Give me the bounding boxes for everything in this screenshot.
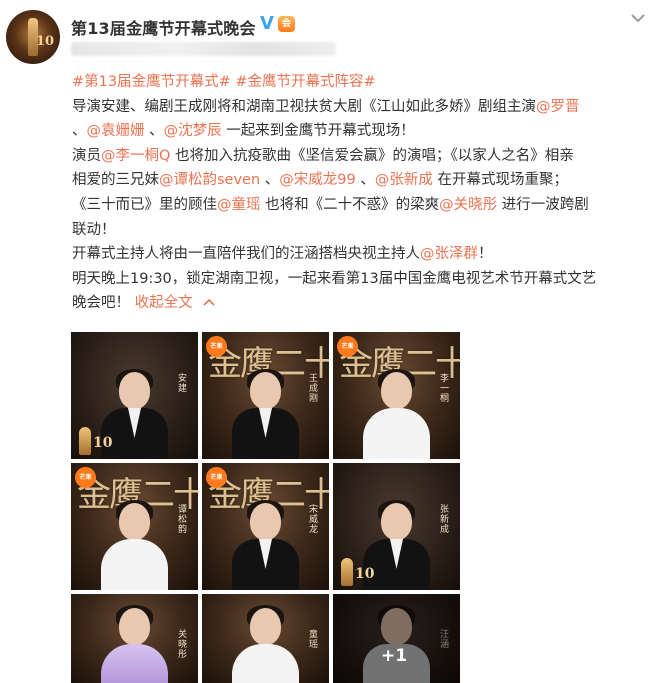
post-meta-blurred [71, 42, 336, 56]
text-line: 演员@李一桐Q 也将加入抗疫歌曲《坚信爱会赢》的演唱；《以家人之名》相亲 [72, 144, 650, 169]
person-name: 张新成 [440, 505, 450, 535]
person-name: 王成刚 [309, 374, 319, 404]
image-thumbnail[interactable]: 关晓彤 [71, 594, 198, 683]
text-span: 在开幕式现场重聚； [432, 172, 568, 189]
text-span: 进行一波跨剧 [497, 196, 589, 213]
person-figure [232, 369, 299, 459]
person-figure [232, 605, 299, 683]
image-thumbnail[interactable]: 安建 10 [71, 332, 198, 459]
mention-link[interactable]: @宋威龙99 [279, 172, 355, 188]
text-line: 联动！ [72, 218, 650, 243]
text-span: 晚会吧！ [72, 295, 130, 312]
text-line: 开幕式主持人将由一直陪伴我们的汪涵搭档央视主持人@张泽群！ [72, 242, 650, 267]
anniversary-badge: 10 [93, 435, 113, 451]
person-figure [232, 500, 299, 590]
text-span: 导演安建、编剧王成刚将和湖南卫视扶贫大剧《江山如此多娇》剧组主演 [72, 98, 536, 115]
verified-icon: V [260, 13, 274, 34]
person-name: 汪涵 [440, 630, 450, 650]
text-span: 、 [144, 123, 164, 140]
text-span: 开幕式主持人将由一直陪伴我们的汪涵搭档央视主持人 [72, 246, 420, 263]
person-name: 童瑶 [309, 630, 319, 650]
text-span: ！ [478, 246, 493, 263]
text-span: 联动！ [72, 221, 116, 238]
collapse-text-link[interactable]: 收起全文 [135, 295, 193, 311]
text-line: 、@袁姗姗 、@沈梦辰 一起来到金鹰节开幕式现场！ [72, 119, 650, 144]
mention-link[interactable]: @张新成 [375, 172, 433, 188]
text-span: 也将和《二十不惑》的梁爽 [260, 196, 440, 213]
mention-link[interactable]: @关晓彤 [439, 197, 497, 213]
text-span: 一起来到金鹰节开幕式现场！ [221, 123, 415, 140]
person-name: 关晓彤 [178, 630, 188, 660]
image-thumbnail[interactable]: 金鹰二十一湖 芒果 谭松韵 [71, 463, 198, 590]
mango-logo-icon: 芒果 [206, 336, 227, 357]
person-name: 谭松韵 [178, 505, 188, 535]
avatar[interactable]: 10 [6, 10, 60, 64]
person-figure [363, 369, 430, 459]
image-thumbnail[interactable]: 童瑶 [202, 594, 329, 683]
mango-logo-icon: 芒果 [337, 336, 358, 357]
hashtag-link[interactable]: #第13届金鹰节开幕式# [72, 74, 231, 90]
mention-link[interactable]: @张泽群 [420, 246, 478, 262]
trophy-icon [79, 427, 91, 455]
person-figure [101, 605, 168, 683]
person-name: 李一桐 [440, 374, 450, 404]
text-span: 、 [355, 172, 375, 189]
avatar-number: 10 [36, 34, 55, 49]
text-span: 《三十而已》里的顾佳 [72, 196, 217, 213]
image-thumbnail[interactable]: 金鹰二十一湖 芒果 宋威龙 [202, 463, 329, 590]
mention-link[interactable]: @沈梦辰 [164, 123, 222, 139]
text-span: 、 [260, 172, 280, 189]
text-line: 明天晚上19:30，锁定湖南卫视，一起来看第13届中国金鹰电视艺术节开幕式文艺 [72, 267, 650, 292]
post-text: #第13届金鹰节开幕式# #金鹰节开幕式阵容# 导演安建、编剧王成刚将和湖南卫视… [72, 70, 650, 316]
mention-link[interactable]: @童瑶 [217, 197, 261, 213]
text-line: 《三十而已》里的顾佳@童瑶 也将和《二十不惑》的梁爽@关晓彤 进行一波跨剧 [72, 193, 650, 218]
chevron-down-icon[interactable] [628, 8, 648, 28]
username[interactable]: 第13届金鹰节开幕式晚会 [71, 15, 256, 39]
text-line: 导演安建、编剧王成刚将和湖南卫视扶贫大剧《江山如此多娇》剧组主演@罗晋 [72, 95, 650, 120]
text-span: 明天晚上19:30，锁定湖南卫视，一起来看第13届中国金鹰电视艺术节开幕式文艺 [72, 270, 597, 287]
text-line: 晚会吧！ 收起全文 [72, 291, 650, 316]
text-span: 演员 [72, 147, 101, 164]
mention-link[interactable]: @谭松韵seven [159, 172, 260, 188]
mention-link[interactable]: @李一桐Q [101, 148, 170, 164]
weibo-post: 10 第13届金鹰节开幕式晚会 V 会 #第13届金鹰节开幕式# #金鹰节开幕式… [0, 0, 657, 683]
hashtag-link[interactable]: #金鹰节开幕式阵容# [235, 74, 375, 90]
anniversary-badge: 10 [355, 566, 375, 582]
chevron-up-icon[interactable] [203, 297, 215, 307]
more-images-count: +1 [381, 646, 408, 666]
trophy-icon [341, 558, 353, 586]
image-thumbnail[interactable]: 金鹰二十一湖 芒果 李一桐 [333, 332, 460, 459]
person-name: 安建 [178, 374, 188, 394]
mention-link[interactable]: @罗晋 [536, 99, 580, 115]
image-grid: 安建 10 金鹰二十一湖 芒果 王成刚 金鹰二十一湖 芒果 李一桐 金鹰二十一湖… [71, 332, 461, 683]
person-figure [101, 500, 168, 590]
person-name: 宋威龙 [309, 505, 319, 535]
tag-line: #第13届金鹰节开幕式# #金鹰节开幕式阵容# [72, 70, 650, 95]
image-thumbnail-more[interactable]: 汪涵 +1 [333, 594, 460, 683]
mango-logo-icon: 芒果 [75, 467, 96, 488]
text-line: 相爱的三兄妹@谭松韵seven 、@宋威龙99 、@张新成 在开幕式现场重聚； [72, 168, 650, 193]
mention-link[interactable]: @袁姗姗 [87, 123, 145, 139]
member-badge-icon: 会 [278, 16, 295, 32]
image-thumbnail[interactable]: 张新成 10 [333, 463, 460, 590]
mango-logo-icon: 芒果 [206, 467, 227, 488]
text-span: 相爱的三兄妹 [72, 172, 159, 189]
text-span: 也将加入抗疫歌曲《坚信爱会赢》的演唱；《以家人之名》相亲 [170, 147, 574, 164]
text-span: 、 [72, 123, 87, 140]
image-thumbnail[interactable]: 金鹰二十一湖 芒果 王成刚 [202, 332, 329, 459]
